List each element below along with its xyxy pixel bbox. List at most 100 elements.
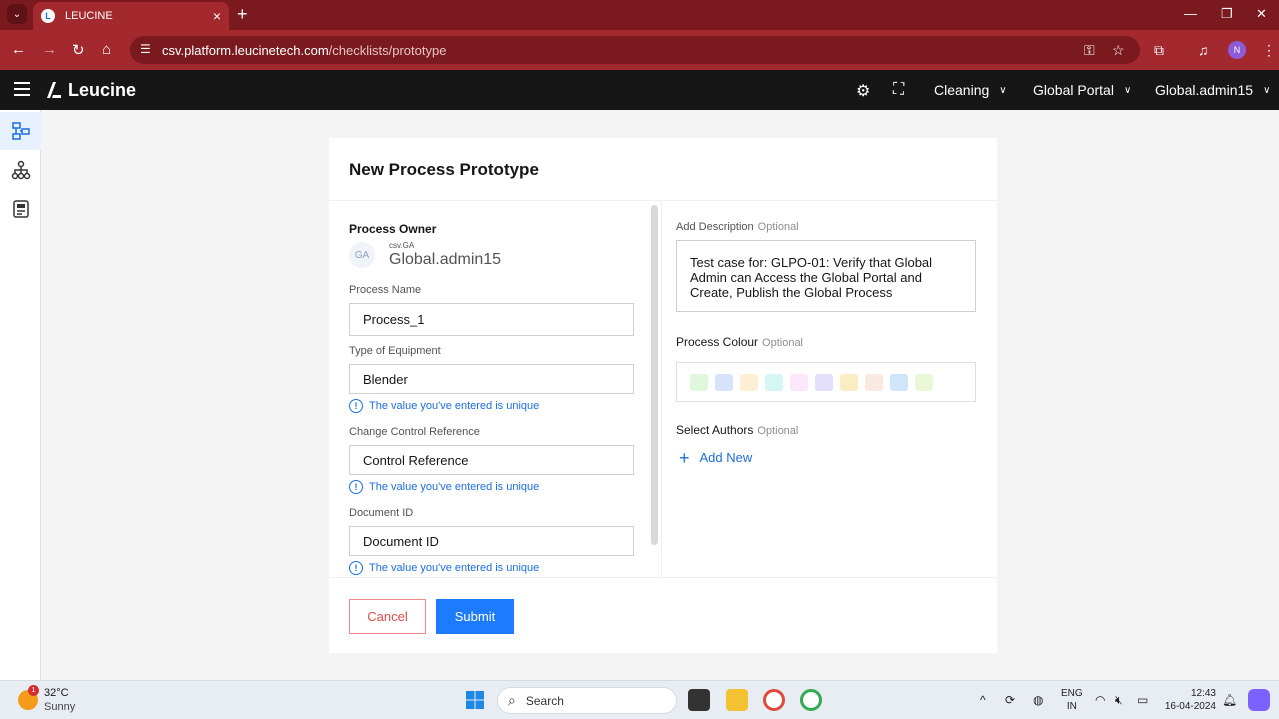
hint-text: The value you've entered is unique xyxy=(369,400,540,412)
temperature[interactable]: 32°C xyxy=(44,687,69,699)
info-icon: ! xyxy=(349,561,363,575)
task-view-icon[interactable] xyxy=(688,689,710,711)
portal-label: Global Portal xyxy=(1033,82,1114,98)
chrome-profile-icon[interactable] xyxy=(800,689,822,711)
weather-condition[interactable]: Sunny xyxy=(44,701,75,713)
windows-start-icon[interactable] xyxy=(465,690,485,710)
colour-swatch-10[interactable] xyxy=(915,373,933,391)
password-key-icon[interactable]: ⚿ xyxy=(1084,42,1095,59)
network-globe-icon[interactable]: ◍ xyxy=(1033,693,1043,707)
home-icon[interactable]: ⌂ xyxy=(102,41,111,58)
restore-icon[interactable]: ❐ xyxy=(1221,6,1233,22)
plus-icon: + xyxy=(679,447,690,468)
new-process-card: New Process Prototype Process Owner GA c… xyxy=(329,138,997,653)
owner-avatar: GA xyxy=(349,242,375,268)
brand-name: Leucine xyxy=(68,80,137,100)
hamburger-menu-icon[interactable] xyxy=(14,82,30,96)
rail-item-reports[interactable] xyxy=(0,190,41,228)
reload-icon[interactable]: ↻ xyxy=(72,41,85,59)
tray-overflow-icon[interactable]: ^ xyxy=(980,693,986,707)
facility-label: Cleaning xyxy=(934,82,990,98)
sync-icon[interactable]: ⟳ xyxy=(1005,693,1015,707)
profile-avatar[interactable]: N xyxy=(1228,41,1246,59)
system-clock[interactable]: 12:43 16-04-2024 xyxy=(1162,687,1216,713)
new-tab-icon[interactable]: + xyxy=(237,4,248,25)
page-title: New Process Prototype xyxy=(349,160,539,179)
app-header: Leucine ⚙ ⛶ Cleaning ∨ Global Portal ∨ G… xyxy=(0,70,1279,110)
media-control-icon[interactable]: ♫ xyxy=(1198,42,1209,58)
add-new-label: Add New xyxy=(699,450,753,465)
settings-gear-icon[interactable]: ⚙ xyxy=(856,81,870,101)
forward-icon[interactable]: → xyxy=(42,41,57,58)
url-path: /checklists/prototype xyxy=(328,43,447,58)
leucine-logo-icon xyxy=(47,82,61,98)
optional-tag: Optional xyxy=(757,221,799,233)
portal-dropdown[interactable]: Global Portal ∨ xyxy=(1033,82,1131,98)
battery-icon[interactable]: ▭ xyxy=(1137,693,1148,707)
extensions-icon[interactable]: ⧉ xyxy=(1154,42,1164,59)
user-label: Global.admin15 xyxy=(1155,82,1254,98)
hint-text: The value you've entered is unique xyxy=(369,481,540,493)
colour-picker xyxy=(676,362,976,402)
scan-icon[interactable]: ⛶ xyxy=(893,81,904,99)
url-text[interactable]: csv.platform.leucinetech.com/checklists/… xyxy=(162,43,446,58)
copilot-icon[interactable] xyxy=(1248,689,1270,711)
process-owner-label: Process Owner xyxy=(349,222,437,236)
cancel-button[interactable]: Cancel xyxy=(349,599,426,634)
back-icon[interactable]: ← xyxy=(11,41,26,58)
wifi-icon[interactable]: ◠ xyxy=(1095,693,1105,707)
browser-menu-icon[interactable]: ⋮ xyxy=(1262,42,1276,59)
close-tab-icon[interactable]: × xyxy=(213,8,221,24)
process-name-input[interactable]: Process_1 xyxy=(349,303,634,336)
colour-swatch-9[interactable] xyxy=(890,373,908,391)
change-control-input[interactable]: Control Reference xyxy=(349,445,634,475)
browser-tab[interactable]: L LEUCINE × xyxy=(33,2,229,30)
submit-button[interactable]: Submit xyxy=(436,599,514,634)
document-id-input[interactable]: Document ID xyxy=(349,526,634,556)
colour-swatch-3[interactable] xyxy=(740,373,758,391)
user-dropdown[interactable]: Global.admin15 ∨ xyxy=(1155,82,1270,98)
colour-swatch-4[interactable] xyxy=(765,373,783,391)
add-new-author-button[interactable]: + Add New xyxy=(679,447,753,468)
equipment-label: Type of Equipment xyxy=(349,345,441,357)
form-left-column: Process Owner GA csv.GA Global.admin15 P… xyxy=(329,201,662,577)
process-colour-label-text: Process Colour xyxy=(676,335,759,349)
minimize-icon[interactable]: — xyxy=(1184,6,1197,21)
language-indicator[interactable]: ENG IN xyxy=(1061,687,1083,713)
colour-swatch-7[interactable] xyxy=(840,373,858,391)
equipment-input[interactable]: Blender xyxy=(349,364,634,394)
form-scrollbar[interactable] xyxy=(651,205,658,545)
window-close-icon[interactable]: ✕ xyxy=(1256,6,1267,22)
volume-muted-icon[interactable]: 🔇︎ xyxy=(1115,693,1123,708)
file-explorer-icon[interactable] xyxy=(726,689,748,711)
notification-bell-icon[interactable]: 🔔︎ xyxy=(1222,693,1237,707)
chrome-icon[interactable] xyxy=(763,689,785,711)
chevron-down-icon: ∨ xyxy=(999,84,1007,96)
colour-swatch-1[interactable] xyxy=(690,373,708,391)
bookmark-star-icon[interactable]: ☆ xyxy=(1112,42,1125,59)
rail-item-prototypes[interactable] xyxy=(0,112,41,150)
colour-swatch-5[interactable] xyxy=(790,373,808,391)
description-label: Add Description Optional xyxy=(676,221,799,233)
clock-time: 12:43 xyxy=(1190,688,1216,699)
chevron-down-icon: ∨ xyxy=(1263,84,1271,96)
description-textarea[interactable]: Test case for: GLPO-01: Verify that Glob… xyxy=(676,240,976,312)
colour-swatch-8[interactable] xyxy=(865,373,883,391)
optional-tag: Optional xyxy=(757,425,799,437)
leucine-favicon-icon: L xyxy=(41,9,55,23)
colour-swatch-2[interactable] xyxy=(715,373,733,391)
site-info-icon[interactable]: ☰ xyxy=(140,42,151,56)
flow-chart-icon xyxy=(11,122,30,140)
url-host: csv.platform.leucinetech.com xyxy=(162,43,329,58)
hint-text: The value you've entered is unique xyxy=(369,562,540,574)
report-icon xyxy=(12,200,29,218)
taskbar-search-label: Search xyxy=(525,693,564,708)
lang-top: ENG xyxy=(1061,688,1083,699)
taskbar-search[interactable]: ⌕ Search xyxy=(497,687,677,714)
owner-username: csv.GA xyxy=(389,241,415,250)
document-id-unique-hint: ! The value you've entered is unique xyxy=(349,561,539,575)
rail-item-hierarchy[interactable] xyxy=(0,151,41,189)
colour-swatch-6[interactable] xyxy=(815,373,833,391)
facility-dropdown[interactable]: Cleaning ∨ xyxy=(934,82,1007,98)
tab-search-chevron-icon[interactable]: ⌄ xyxy=(7,4,27,24)
